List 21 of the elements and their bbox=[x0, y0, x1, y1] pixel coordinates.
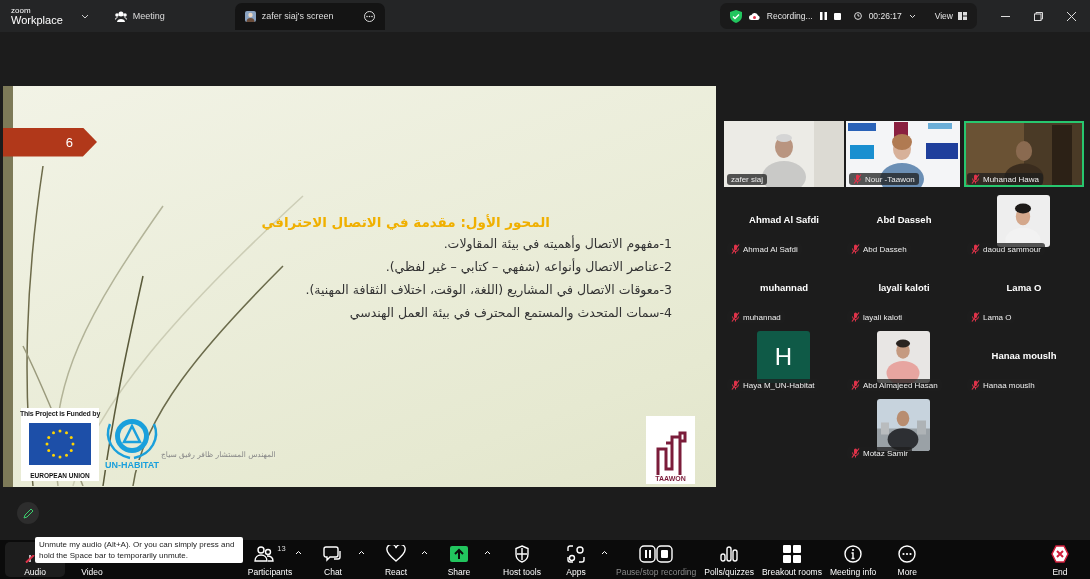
participant-name: layali kaloti bbox=[877, 282, 931, 293]
participant-name: Hanaa mouslh bbox=[990, 350, 1058, 361]
bullet-point: 4-سمات المتحدث والمستمع المحترف في بيئة العمل الهندسي bbox=[349, 303, 672, 323]
participant-name: Abd Dasseh bbox=[875, 214, 933, 225]
meeting-timer: 00:26:17 bbox=[868, 11, 902, 21]
participant-name: muhannad bbox=[759, 282, 809, 293]
name-label: zafer siaj bbox=[727, 174, 767, 185]
tooltip: Unmute my audio (Alt+A). Or you can simply press and hold the Space bar to temporarily unmute. bbox=[35, 537, 243, 563]
app-name: Workplace bbox=[11, 14, 63, 26]
name-label: Muhanad Hawa bbox=[967, 173, 1044, 185]
slide-number: 6 bbox=[3, 127, 97, 157]
recording-status: Recording... bbox=[766, 11, 813, 21]
slide-heading: المحور الأول: مقدمة في الاتصال الاحترافي bbox=[261, 212, 550, 232]
bullet-point: 3-معوقات الاتصال في المشاريع (اللغة، الوقت، اختلاف الثقافة المهنية). bbox=[305, 280, 672, 300]
app-logo-text: zoom bbox=[11, 6, 32, 15]
name-label: Nour -Taawon bbox=[849, 173, 919, 185]
un-habitat-name: UN-HABITAT bbox=[103, 459, 161, 470]
bullet-point: 1-مفهوم الاتصال وأهميته في بيئة المقاولات. bbox=[443, 234, 672, 254]
participant-name: Lama O bbox=[1005, 282, 1043, 293]
participant-name: Ahmad Al Safdi bbox=[748, 214, 820, 225]
bullet-point: 2-عناصر الاتصال وأنواعه (شفهي – كتابي – غير لفظي). bbox=[385, 257, 672, 277]
